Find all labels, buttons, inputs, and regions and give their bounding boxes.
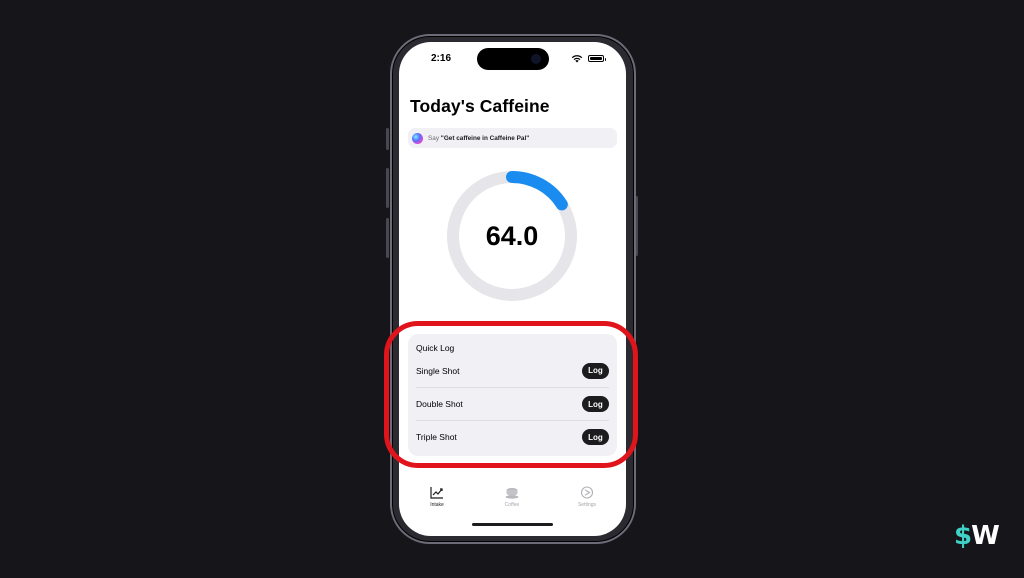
action-button <box>386 128 389 150</box>
tab-settings[interactable]: Settings <box>567 486 607 508</box>
home-indicator <box>472 523 553 526</box>
battery-icon <box>588 55 606 62</box>
tab-coffee[interactable]: Coffee <box>492 486 532 508</box>
tab-settings-label: Settings <box>577 502 597 508</box>
page-title: Today's Caffeine <box>410 96 550 116</box>
annotation-highlight <box>384 321 638 468</box>
siri-tip-phrase: "Get caffeine in Caffeine Pal" <box>440 134 530 142</box>
siri-icon <box>412 132 423 144</box>
tab-intake[interactable]: Intake <box>417 486 457 508</box>
logo-dollar: $ <box>954 521 972 551</box>
volume-up-button <box>386 168 389 208</box>
tab-intake-label: Intake <box>430 502 444 508</box>
chart-line-icon <box>430 487 443 499</box>
wifi-icon <box>571 55 583 63</box>
status-icons <box>571 54 606 63</box>
brand-logo: $ W <box>954 520 1000 552</box>
siri-tip-text: Say "Get caffeine in Caffeine Pal" <box>428 135 529 142</box>
status-time: 2:16 <box>431 53 452 64</box>
siri-tip[interactable]: Say "Get caffeine in Caffeine Pal" <box>408 128 617 148</box>
tab-coffee-label: Coffee <box>504 502 520 508</box>
dynamic-island <box>477 48 549 70</box>
logo-w: W <box>971 521 1000 551</box>
tab-bar: Intake Coffee Settings <box>399 486 626 516</box>
caffeine-value: 64.0 <box>485 220 539 251</box>
coffee-cup-icon <box>505 488 519 499</box>
volume-down-button <box>386 218 389 258</box>
camera-icon <box>531 54 541 64</box>
siri-tip-prefix: Say <box>428 134 441 142</box>
settings-icon <box>580 486 594 499</box>
